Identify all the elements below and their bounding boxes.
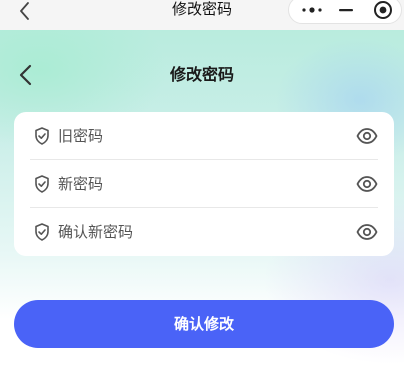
new-password-placeholder: 新密码 bbox=[58, 175, 104, 193]
confirm-password-placeholder: 确认新密码 bbox=[58, 223, 134, 241]
more-dots-icon[interactable] bbox=[301, 3, 323, 17]
close-target-icon[interactable] bbox=[373, 0, 393, 20]
mini-program-capsule bbox=[288, 0, 402, 24]
confirm-password-field[interactable]: 确认新密码 bbox=[30, 208, 378, 256]
shield-icon bbox=[35, 223, 49, 241]
confirm-change-button[interactable]: 确认修改 bbox=[14, 300, 394, 348]
eye-icon[interactable] bbox=[356, 222, 378, 242]
system-top-bar: 修改密码 bbox=[0, 0, 404, 30]
password-form-card: 旧密码 新密码 确认新密码 bbox=[14, 112, 394, 256]
eye-icon[interactable] bbox=[356, 174, 378, 194]
shield-icon bbox=[35, 127, 49, 145]
page-title: 修改密码 bbox=[169, 65, 234, 84]
old-password-field[interactable]: 旧密码 bbox=[30, 112, 378, 160]
eye-icon[interactable] bbox=[356, 126, 378, 146]
minimize-icon[interactable] bbox=[337, 3, 355, 17]
new-password-field[interactable]: 新密码 bbox=[30, 160, 378, 208]
shield-icon bbox=[35, 175, 49, 193]
old-password-placeholder: 旧密码 bbox=[58, 127, 104, 145]
